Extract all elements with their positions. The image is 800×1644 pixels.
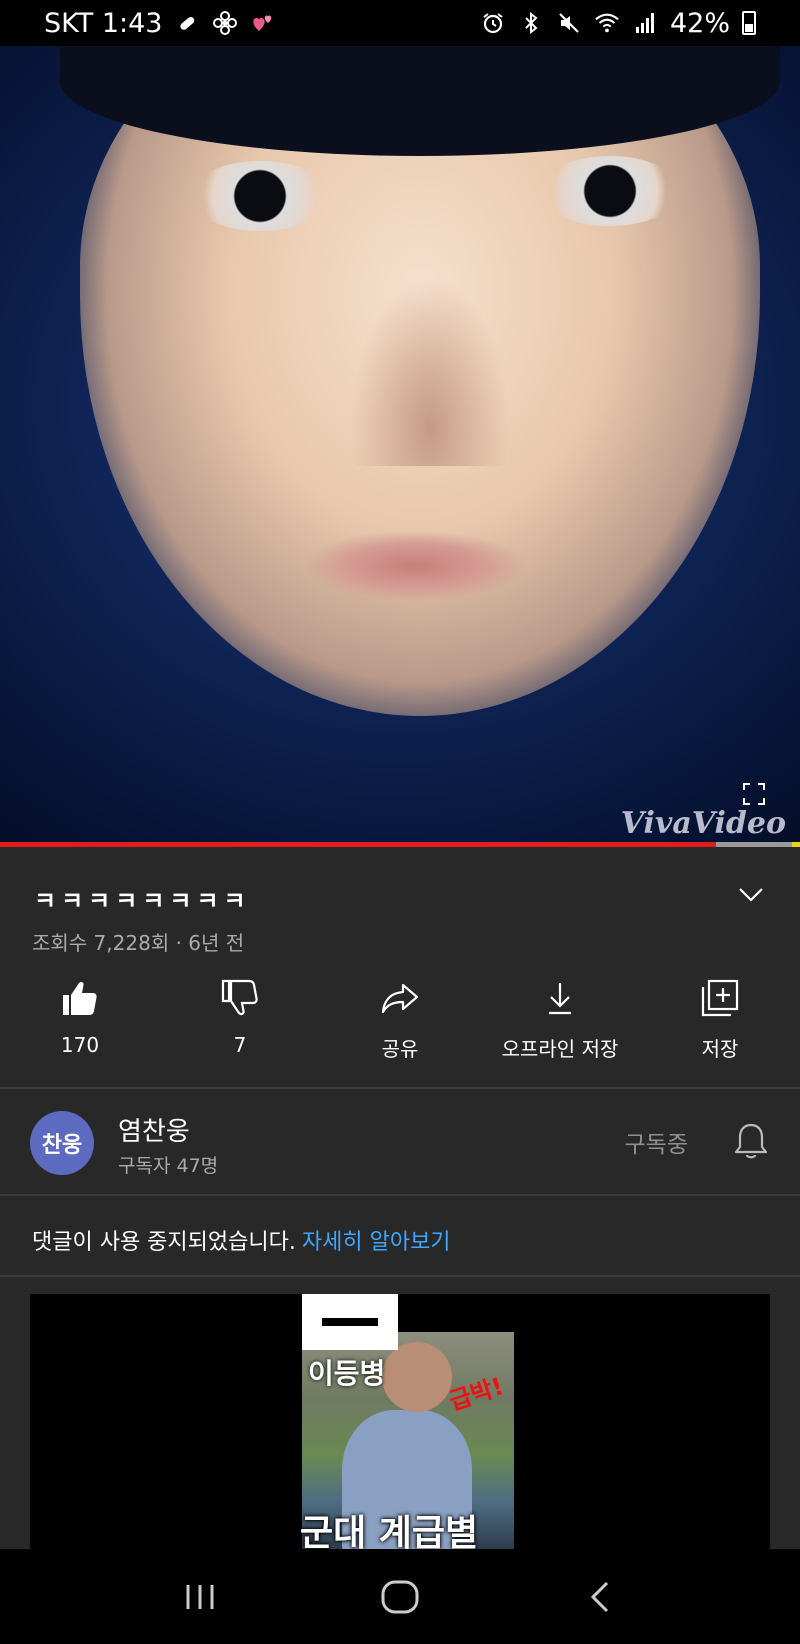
back-button[interactable]: [575, 1572, 625, 1622]
home-icon: [381, 1580, 419, 1613]
save-label: 저장: [701, 1037, 739, 1061]
video-meta: 조회수 7,228회 · 6년 전: [32, 931, 245, 955]
like-count: 170: [60, 1033, 100, 1057]
like-button[interactable]: 170: [0, 977, 160, 1067]
video-frame-nose: [350, 276, 510, 466]
avatar[interactable]: 찬웅: [30, 1111, 94, 1175]
thumbnail-caption: 군대 계급별: [300, 1513, 479, 1549]
back-icon: [590, 1581, 609, 1612]
comments-disabled-message: 댓글이 사용 중지되었습니다.: [32, 1230, 296, 1255]
comments-disabled-text: 댓글이 사용 중지되었습니다. 자세히 알아보기: [32, 1224, 451, 1256]
share-icon: [381, 983, 419, 1014]
subscriber-count: 구독자 47명: [118, 1155, 219, 1177]
bluetooth-icon: [518, 10, 544, 36]
alarm-icon: [480, 10, 506, 36]
action-bar: 170 7 공유 오프라인 저장 저장: [0, 977, 800, 1067]
thumbs-up-icon: [63, 981, 97, 1015]
video-title: ㅋㅋㅋㅋㅋㅋㅋㅋ: [34, 887, 251, 915]
subscribed-button[interactable]: 구독중: [625, 1125, 688, 1159]
download-icon: [549, 983, 571, 1015]
recommended-video-thumbnail[interactable]: 이등병 급박! 군대 계급별: [30, 1294, 770, 1549]
fan-icon: [212, 10, 238, 36]
video-frame-mouth: [305, 531, 525, 601]
video-player[interactable]: VivaVideo: [0, 46, 800, 842]
video-frame-eye-right: [540, 156, 680, 226]
video-frame-eye-left: [190, 161, 330, 231]
navigation-bar: [0, 1549, 800, 1644]
thumbnail-rank-label: 이등병: [308, 1357, 386, 1390]
chevron-down-icon[interactable]: [734, 877, 768, 911]
home-button[interactable]: [375, 1572, 425, 1622]
divider: [0, 1275, 800, 1277]
mute-icon: [556, 10, 582, 36]
thumbnail-person: [382, 1342, 452, 1412]
save-playlist-icon: [701, 979, 739, 1017]
hearts-icon: [250, 10, 276, 36]
download-label: 오프라인 저장: [501, 1037, 619, 1061]
pill-icon: [174, 10, 200, 36]
status-bar: SKT 1:43 42%: [0, 0, 800, 46]
learn-more-link[interactable]: 자세히 알아보기: [302, 1230, 451, 1255]
fullscreen-icon[interactable]: [742, 782, 766, 806]
video-info: ㅋㅋㅋㅋㅋㅋㅋㅋ 조회수 7,228회 · 6년 전 170 7 공유 오프라인…: [0, 847, 800, 1087]
channel-name[interactable]: 염찬웅: [118, 1111, 190, 1148]
signal-icon: [632, 10, 658, 36]
carrier-time: SKT 1:43: [44, 7, 163, 39]
recent-apps-icon: [186, 1584, 214, 1609]
download-button[interactable]: 오프라인 저장: [480, 977, 640, 1067]
save-button[interactable]: 저장: [640, 977, 800, 1067]
video-watermark: VivaVideo: [620, 806, 786, 841]
dislike-button[interactable]: 7: [160, 977, 320, 1067]
channel-row[interactable]: 찬웅 염찬웅 구독자 47명 구독중: [0, 1089, 800, 1194]
thumbs-down-icon: [221, 979, 258, 1016]
battery-percent: 42%: [669, 7, 730, 39]
rank-insignia: [302, 1294, 398, 1350]
share-button[interactable]: 공유: [320, 977, 480, 1067]
status-right: 42%: [480, 8, 756, 39]
recent-apps-button[interactable]: [175, 1572, 225, 1622]
bell-icon[interactable]: [732, 1121, 770, 1161]
battery-icon: [742, 11, 756, 35]
divider: [0, 1194, 800, 1196]
status-left: SKT 1:43: [44, 8, 276, 39]
dislike-count: 7: [233, 1033, 247, 1057]
share-label: 공유: [381, 1037, 419, 1061]
wifi-icon: [594, 10, 620, 36]
